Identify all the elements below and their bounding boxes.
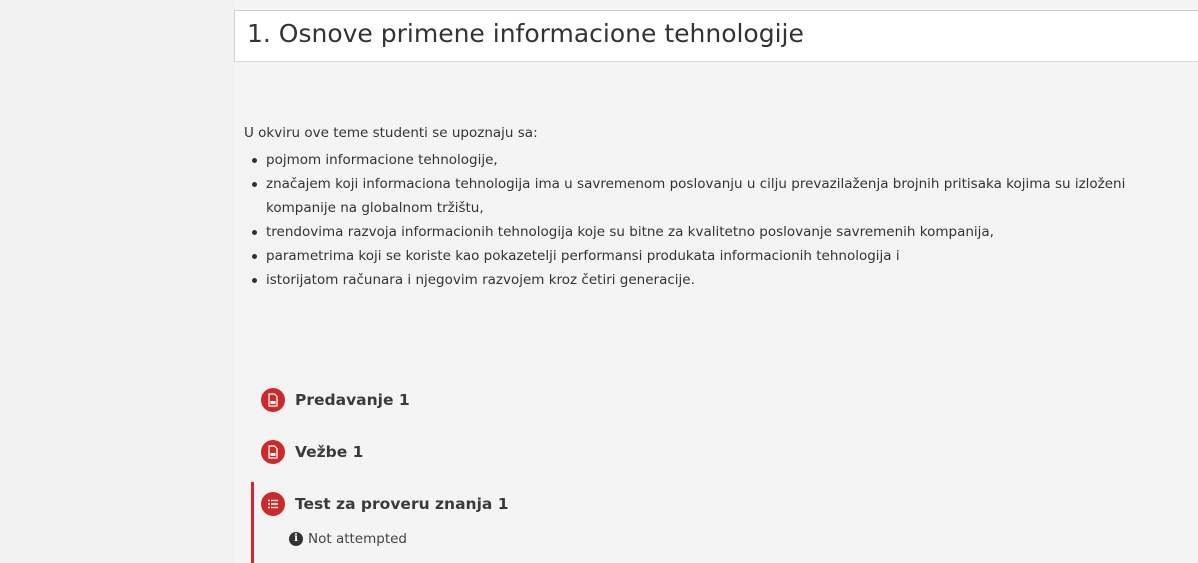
topic-item: pojmom informacione tehnologije, bbox=[244, 148, 1198, 172]
section-title: 1. Osnove primene informacione tehnologi… bbox=[247, 19, 804, 48]
activity-predavanje-1[interactable]: Predavanje 1 bbox=[261, 388, 410, 412]
completion-status: i Not attempted bbox=[289, 531, 407, 547]
status-text: Not attempted bbox=[308, 531, 407, 547]
topic-item: istorijatom računara i njegovim razvojem… bbox=[244, 268, 1198, 292]
section-intro: U okviru ove teme studenti se upoznaju s… bbox=[244, 125, 538, 141]
topics-list: pojmom informacione tehnologije, značaje… bbox=[244, 148, 1198, 292]
activity-label[interactable]: Vežbe 1 bbox=[295, 443, 363, 461]
activity-test-1[interactable]: Test za proveru znanja 1 bbox=[261, 492, 509, 516]
activity-vezbe-1[interactable]: Vežbe 1 bbox=[261, 440, 363, 464]
topic-item: trendovima razvoja informacionih tehnolo… bbox=[244, 220, 1198, 244]
left-sidebar-area bbox=[0, 0, 234, 563]
quiz-highlight-bar bbox=[251, 482, 254, 563]
topic-item: parametrima koji se koriste kao pokazete… bbox=[244, 244, 1198, 268]
info-icon: i bbox=[289, 532, 303, 546]
quiz-icon bbox=[261, 492, 285, 516]
pdf-icon bbox=[261, 440, 285, 464]
topic-text-continued: kompanije na globalnom tržištu, bbox=[266, 200, 484, 216]
activity-label[interactable]: Test za proveru znanja 1 bbox=[295, 495, 509, 513]
pdf-icon bbox=[261, 388, 285, 412]
topic-item: značajem koji informaciona tehnologija i… bbox=[244, 172, 1198, 220]
section-header: 1. Osnove primene informacione tehnologi… bbox=[234, 10, 1198, 62]
topic-text: značajem koji informaciona tehnologija i… bbox=[266, 176, 1126, 192]
page: 1. Osnove primene informacione tehnologi… bbox=[0, 0, 1198, 563]
activity-label[interactable]: Predavanje 1 bbox=[295, 391, 410, 409]
